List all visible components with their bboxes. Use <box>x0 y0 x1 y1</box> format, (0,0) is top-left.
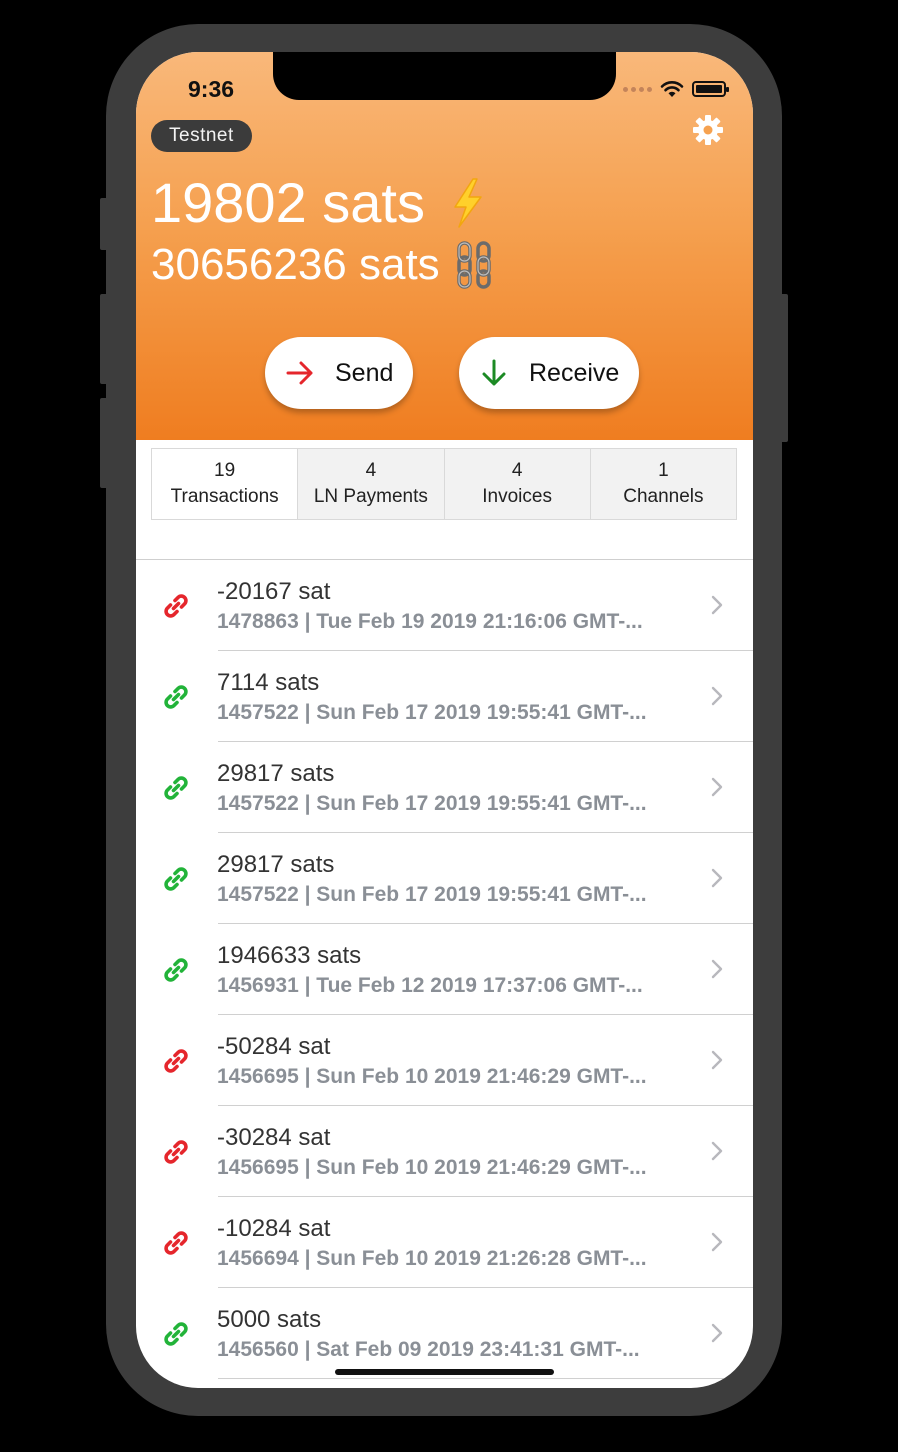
receive-label: Receive <box>529 358 620 387</box>
status-time: 9:36 <box>188 76 235 102</box>
transaction-amount: 5000 sats <box>217 1306 322 1333</box>
chevron-right-icon <box>711 777 723 797</box>
transaction-row[interactable]: -50284 sat 1456695 | Sun Feb 10 2019 21:4… <box>136 1015 753 1106</box>
transaction-meta: 1478863 | Tue Feb 19 2019 21:16:06 GMT-.… <box>217 610 643 633</box>
home-indicator <box>335 1369 554 1375</box>
transaction-meta: 1456694 | Sun Feb 10 2019 21:26:28 GMT-.… <box>217 1247 647 1270</box>
transaction-amount: 29817 sats <box>217 851 335 878</box>
transaction-row[interactable]: -10284 sat 1456694 | Sun Feb 10 2019 21:2… <box>136 1197 753 1288</box>
signal-icon <box>623 86 652 92</box>
transaction-row[interactable]: -30284 sat 1456695 | Sun Feb 10 2019 21:4… <box>136 1106 753 1197</box>
link-incoming-icon <box>164 1322 188 1346</box>
link-incoming-icon <box>164 867 188 891</box>
tab-channels[interactable]: 1 Channels <box>591 449 736 519</box>
transaction-meta: 1456695 | Sun Feb 10 2019 21:46:29 GMT-.… <box>217 1156 647 1179</box>
tab-count: 1 <box>658 460 669 481</box>
tab-label: Channels <box>623 486 704 507</box>
transaction-row[interactable]: 5000 sats 1456560 | Sat Feb 09 2019 23:41… <box>136 1288 753 1379</box>
chevron-right-icon <box>711 1232 723 1252</box>
send-button[interactable]: Send <box>265 337 413 409</box>
transaction-amount: -30284 sat <box>217 1124 331 1151</box>
transaction-amount: 7114 sats <box>217 669 320 696</box>
transaction-amount: 1946633 sats <box>217 942 362 969</box>
network-badge[interactable]: Testnet <box>151 120 252 152</box>
arrow-right-icon <box>286 361 313 385</box>
transaction-amount: 29817 sats <box>217 760 335 787</box>
tab-ln-payments[interactable]: 4 LN Payments <box>298 449 445 519</box>
onchain-balance-row: 30656236 sats <box>151 240 494 290</box>
transaction-list: -20167 sat 1478863 | Tue Feb 19 2019 21:1… <box>136 560 753 1379</box>
wifi-icon <box>660 81 684 97</box>
chevron-right-icon <box>711 686 723 706</box>
transaction-meta: 1457522 | Sun Feb 17 2019 19:55:41 GMT-.… <box>217 792 647 815</box>
transaction-row[interactable]: 1946633 sats 1456931 | Tue Feb 12 2019 17… <box>136 924 753 1015</box>
lightning-balance: 19802 sats <box>151 171 425 234</box>
transaction-row[interactable]: -20167 sat 1478863 | Tue Feb 19 2019 21:1… <box>136 560 753 651</box>
link-outgoing-icon <box>164 1140 188 1164</box>
chevron-right-icon <box>711 959 723 979</box>
link-incoming-icon <box>164 958 188 982</box>
tab-count: 4 <box>365 460 377 481</box>
app-screen: 9:36 Testnet 19802 sats 30656236 sats Se… <box>136 52 753 1388</box>
send-label: Send <box>335 358 394 387</box>
tab-invoices[interactable]: 4 Invoices <box>445 449 591 519</box>
chevron-right-icon <box>711 868 723 888</box>
chain-icon <box>456 241 491 289</box>
receive-button[interactable]: Receive <box>459 337 639 409</box>
link-outgoing-icon <box>164 1231 188 1255</box>
link-incoming-icon <box>164 776 188 800</box>
transaction-meta: 1456560 | Sat Feb 09 2019 23:41:31 GMT-.… <box>217 1338 640 1361</box>
transaction-meta: 1456931 | Tue Feb 12 2019 17:37:06 GMT-.… <box>217 974 643 997</box>
wallet-header: 9:36 Testnet 19802 sats 30656236 sats Se… <box>136 52 753 440</box>
transaction-row[interactable]: 29817 sats 1457522 | Sun Feb 17 2019 19:5… <box>136 833 753 924</box>
chevron-right-icon <box>711 1323 723 1343</box>
tab-count: 19 <box>214 460 236 481</box>
transaction-row[interactable]: 7114 sats 1457522 | Sun Feb 17 2019 19:55… <box>136 651 753 742</box>
lightning-bolt-icon <box>454 177 482 228</box>
segmented-tabs: 19 Transactions 4 LN Payments 4 Invoices… <box>151 448 737 520</box>
transaction-meta: 1457522 | Sun Feb 17 2019 19:55:41 GMT-.… <box>217 701 647 724</box>
gear-icon[interactable] <box>692 114 724 146</box>
chevron-right-icon <box>711 595 723 615</box>
battery-icon <box>692 81 729 97</box>
transaction-amount: -20167 sat <box>217 578 331 605</box>
tab-transactions[interactable]: 19 Transactions <box>152 449 299 519</box>
transaction-meta: 1457522 | Sun Feb 17 2019 19:55:41 GMT-.… <box>217 883 647 906</box>
tab-count: 4 <box>511 460 523 481</box>
onchain-balance: 30656236 sats <box>151 240 440 289</box>
transaction-row[interactable]: 29817 sats 1457522 | Sun Feb 17 2019 19:5… <box>136 742 753 833</box>
lightning-balance-row: 19802 sats <box>151 170 487 235</box>
tab-label: Transactions <box>170 486 279 507</box>
transaction-amount: -50284 sat <box>217 1033 331 1060</box>
link-incoming-icon <box>164 685 188 709</box>
chevron-right-icon <box>711 1050 723 1070</box>
transaction-meta: 1456695 | Sun Feb 10 2019 21:46:29 GMT-.… <box>217 1065 647 1088</box>
tab-label: Invoices <box>482 486 552 507</box>
link-outgoing-icon <box>164 594 188 618</box>
chevron-right-icon <box>711 1141 723 1161</box>
status-icons <box>623 80 729 98</box>
tab-label: LN Payments <box>313 486 428 507</box>
link-outgoing-icon <box>164 1049 188 1073</box>
device-notch <box>273 52 616 100</box>
row-separator <box>218 1378 753 1379</box>
transaction-amount: -10284 sat <box>217 1215 331 1242</box>
arrow-down-icon <box>482 359 506 386</box>
